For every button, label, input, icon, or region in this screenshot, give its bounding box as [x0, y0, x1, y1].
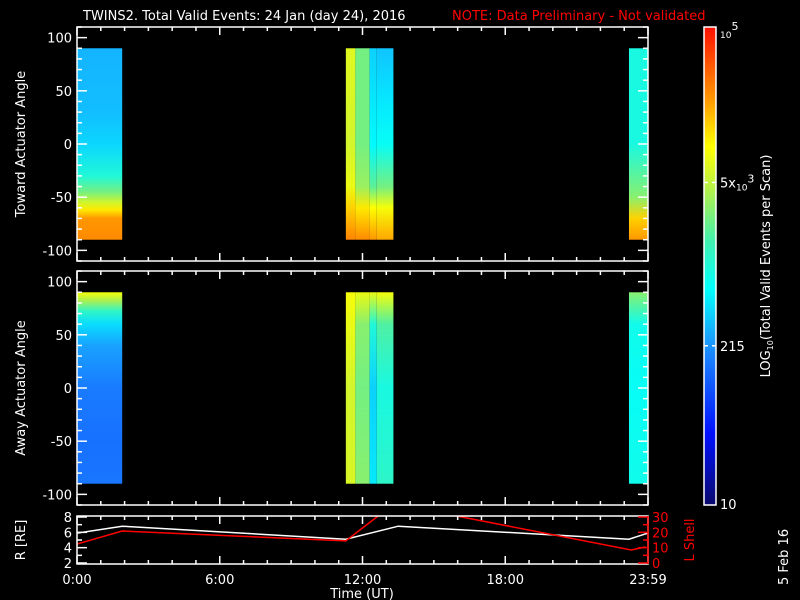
y-axis-title: Away Actuator Angle — [14, 320, 29, 455]
colorbar-title-rest: (Total Valid Events per Scan) — [759, 155, 774, 341]
colorbar-tick-label: 5x103 — [720, 172, 754, 193]
tick-exponent: 3 — [747, 172, 754, 185]
y-tick-label: -100 — [42, 488, 72, 503]
y-tick-label: -50 — [51, 191, 72, 206]
colorbar-title-main: LOG — [759, 350, 774, 377]
y2-tick-label: 30 — [652, 511, 669, 526]
spectrogram-column — [355, 48, 370, 240]
y-tick-label: -50 — [51, 435, 72, 450]
y-tick-label: 50 — [55, 85, 72, 100]
y-axis-title: Toward Actuator Angle — [14, 71, 29, 218]
date-stamp: 5 Feb 16 — [777, 529, 792, 585]
spectrogram-column — [376, 48, 394, 240]
colorbar: 1055x10321510LOG10(Total Valid Events pe… — [703, 20, 775, 513]
tick-base: 10 — [736, 183, 748, 193]
y-tick-label: 2 — [64, 557, 72, 572]
preliminary-note: NOTE: Data Preliminary - Not validated — [452, 9, 706, 24]
twins-plot: TWINS2. Total Valid Events: 24 Jan (day … — [14, 9, 792, 600]
away-spectrogram-panel: 100 50 0 -50 -100 Away Actuator Angle — [14, 270, 649, 506]
spectrogram-column — [355, 292, 370, 484]
colorbar-scale — [703, 26, 717, 506]
r-axis-title: R [RE] — [14, 520, 29, 561]
x-tick-label: 6:00 — [205, 573, 234, 588]
colorbar-title: LOG10(Total Valid Events per Scan) — [759, 155, 775, 378]
plot-title: TWINS2. Total Valid Events: 24 Jan (day … — [82, 9, 406, 24]
y-tick-label: 100 — [47, 32, 72, 47]
colorbar-tick-label: 105 — [720, 20, 738, 41]
spectrogram-column — [376, 292, 394, 484]
l-shell-axis-title: L Shell — [683, 518, 698, 561]
y2-tick-label: 10 — [652, 542, 669, 557]
y2-tick-label: 0 — [652, 557, 660, 572]
y2-tick-label: 20 — [652, 526, 669, 541]
toward-spectrogram-panel: 100 50 0 -50 -100 Toward Actuator Angle — [14, 26, 649, 262]
y-tick-label: -100 — [42, 244, 72, 259]
l-shell-line — [77, 516, 646, 551]
tick-prefix: 5x — [720, 176, 736, 191]
y-tick-label: 4 — [64, 542, 72, 557]
y-tick-label: 50 — [55, 329, 72, 344]
y-tick-label: 100 — [47, 276, 72, 291]
x-tick-label: 18:00 — [487, 573, 524, 588]
x-tick-label: 0:00 — [62, 573, 91, 588]
spectrogram-column — [369, 292, 377, 484]
tick-base: 10 — [720, 31, 732, 41]
y-tick-label: 6 — [64, 526, 72, 541]
spectrogram-column — [345, 48, 356, 240]
y-tick-label: 0 — [64, 138, 72, 153]
tick-exponent: 5 — [731, 20, 738, 33]
x-axis-title: Time (UT) — [329, 587, 394, 600]
spectrogram-column — [345, 292, 356, 484]
x-tick-label: 12:00 — [344, 573, 381, 588]
y-tick-label: 8 — [64, 511, 72, 526]
orbit-panel: 2468 0102030 0:00 6:00 12:00 18:00 23:59 Time (… — [14, 511, 698, 600]
y-tick-label: 0 — [64, 382, 72, 397]
colorbar-title-sub: 10 — [766, 340, 775, 350]
x-tick-label: 23:59 — [629, 573, 666, 588]
colorbar-tick-label: 10 — [720, 498, 737, 513]
spectrogram-column — [369, 48, 377, 240]
colorbar-tick-label: 215 — [720, 340, 745, 355]
